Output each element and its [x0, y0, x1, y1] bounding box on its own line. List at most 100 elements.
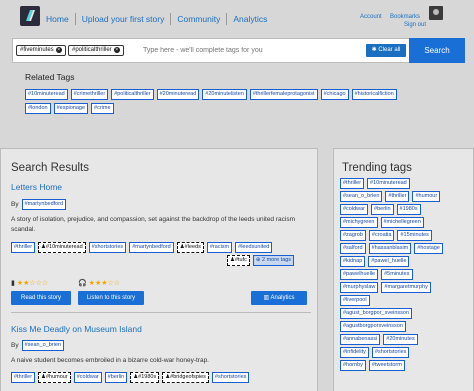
story-tag[interactable]: #shortstories	[211, 372, 250, 383]
read-rating[interactable]: ▮ ★★☆☆☆	[11, 279, 48, 287]
read-story-button[interactable]: Read this story	[11, 291, 71, 305]
trending-tag[interactable]: #croatia	[368, 230, 395, 241]
trending-row: #michygreen #michellegreen	[340, 217, 468, 228]
trending-tag[interactable]: #murphyslaw	[340, 282, 379, 293]
trending-tag[interactable]: #coldwar	[340, 204, 369, 215]
remove-chip-icon[interactable]: ×	[113, 47, 120, 53]
story-tag[interactable]: #martynbedford	[129, 242, 174, 253]
trending-tag[interactable]: #michellegreen	[380, 217, 424, 228]
trending-tag[interactable]: #zagrob	[340, 230, 366, 241]
story-tag-label: #tufc	[234, 257, 247, 263]
story-tag[interactable]: ♟#tufc	[227, 255, 250, 266]
trending-tag[interactable]: #hassanblasim	[368, 243, 412, 254]
clear-all-button[interactable]: ✱ Clear all	[366, 44, 406, 57]
app-logo[interactable]	[20, 6, 40, 26]
related-tag[interactable]: #historicalfiction	[351, 89, 397, 100]
story-tag[interactable]: #shortstories	[88, 242, 127, 253]
tag-search-bar: #fiveminutes× #politicalthriller× ✱ Clea…	[12, 38, 465, 63]
author-tag[interactable]: #martynbedford	[21, 199, 67, 210]
trending-tag[interactable]: #berlin	[371, 204, 394, 215]
avatar[interactable]	[429, 6, 443, 20]
trending-tag[interactable]: #shortstories	[371, 347, 410, 358]
trending-tag[interactable]: #hornby	[340, 360, 366, 371]
story-title-link[interactable]: Letters Home	[11, 182, 62, 192]
trending-tag[interactable]: #5minutes	[381, 269, 413, 280]
story-byline: By #sean_o_brien	[11, 340, 64, 351]
trending-tag[interactable]: #salford	[340, 243, 366, 254]
trending-tag[interactable]: #1980s	[396, 204, 421, 215]
nav-analytics[interactable]: Analytics	[233, 14, 267, 24]
trending-tag[interactable]: #hostage	[414, 243, 443, 254]
related-tags-row: #london #espionage #crime	[25, 103, 114, 114]
related-tags-row: #10minuteread #crimethriller #politicalt…	[25, 89, 397, 100]
trending-tag[interactable]: #10minuteread	[367, 178, 410, 189]
story-tag[interactable]: ♟#bridgeofspies	[162, 372, 209, 383]
more-tags-button[interactable]: ⊕ 2 more tags	[252, 255, 295, 266]
story-tag[interactable]: #thriller	[11, 372, 36, 383]
search-input[interactable]	[133, 40, 361, 61]
related-tag[interactable]: #politicalthriller	[111, 89, 154, 100]
trending-tag[interactable]: #kidnap	[340, 256, 366, 267]
trending-tags-list: #thriller #10minuteread #sean_o_brien #thri…	[340, 178, 468, 373]
trending-tag[interactable]: #annabenassi	[340, 334, 381, 345]
trending-tag[interactable]: #15minutes	[397, 230, 432, 241]
trending-tag[interactable]: #michygreen	[340, 217, 378, 228]
related-tag[interactable]: #thrillerfemaleprotagonist	[249, 89, 318, 100]
related-tag[interactable]: #espionage	[53, 103, 89, 114]
search-chip[interactable]: #politicalthriller ×	[68, 45, 124, 56]
nav-home[interactable]: Home	[46, 14, 69, 24]
related-tag[interactable]: #20minutelisten	[202, 89, 247, 100]
trending-tag[interactable]: #agust_borgpor_sveinsson	[340, 308, 413, 319]
search-button[interactable]: Search	[409, 38, 465, 63]
story-tag[interactable]: #racism	[206, 242, 233, 253]
trending-row: #coldwar #berlin #1980s	[340, 204, 468, 215]
nav-community[interactable]: Community	[177, 14, 220, 24]
story-byline: By #martynbedford	[11, 199, 67, 210]
trending-tag[interactable]: #thriller	[340, 178, 365, 189]
trending-tag[interactable]: #agustborgporsveinsson	[340, 321, 406, 332]
story-description: A naive student becomes embroiled in a b…	[11, 357, 209, 364]
trending-tag[interactable]: #infidelity	[340, 347, 369, 358]
bookmarks-link[interactable]: Bookmarks	[390, 14, 420, 20]
trending-tag[interactable]: #margaretmurphy	[381, 282, 431, 293]
story-tag[interactable]: #thriller	[11, 242, 36, 253]
trending-tag[interactable]: #sean_o_brien	[340, 191, 383, 202]
trending-tag[interactable]: #pawelhuelle	[340, 269, 379, 280]
related-tag[interactable]: #chicago	[320, 89, 349, 100]
trending-tag[interactable]: #pawel_huelle	[368, 256, 410, 267]
story-tag[interactable]: #berlin	[104, 372, 128, 383]
story-tag[interactable]: #coldwar	[73, 372, 102, 383]
trending-tag[interactable]: #20minutes	[383, 334, 418, 345]
signout-link[interactable]: Sign out	[404, 22, 426, 28]
related-tag[interactable]: #london	[25, 103, 51, 114]
related-tag[interactable]: #crimethriller	[70, 89, 109, 100]
trending-tag[interactable]: #tweetstorm	[368, 360, 405, 371]
divider	[11, 312, 311, 313]
author-tag[interactable]: #sean_o_brien	[21, 340, 64, 351]
related-tag[interactable]: #20minuteread	[156, 89, 200, 100]
account-link[interactable]: Account	[360, 14, 382, 20]
search-chip[interactable]: #fiveminutes ×	[16, 45, 66, 56]
clear-all-label: Clear all	[378, 47, 401, 53]
story-tag[interactable]: ♟#10minuteread	[38, 242, 86, 253]
by-label: By	[11, 342, 19, 349]
story-tag[interactable]: ♟#humour	[38, 372, 71, 383]
story-title-link[interactable]: Kiss Me Deadly on Museum Island	[11, 324, 142, 334]
trending-tag[interactable]: #liverpool	[340, 295, 370, 306]
trending-tag[interactable]: #thriller	[385, 191, 410, 202]
listen-rating[interactable]: 🎧 ★★★☆☆	[78, 279, 120, 287]
nav-upload[interactable]: Upload your first story	[82, 14, 165, 24]
story-tags: ♟#tufc ⊕ 2 more tags	[227, 255, 295, 266]
trending-row: #zagrob #croatia #15minutes	[340, 230, 468, 241]
story-tag[interactable]: ♟#1980s	[130, 372, 160, 383]
story-tag[interactable]: ♟#leeds	[176, 242, 204, 253]
analytics-button[interactable]: ▥ Analytics	[251, 291, 307, 305]
trending-tag[interactable]: #humour	[412, 191, 441, 202]
main-nav: Home Upload your first story Community A…	[46, 13, 267, 25]
related-tag[interactable]: #crime	[91, 103, 114, 114]
listen-story-button[interactable]: Listen to this story	[78, 291, 144, 305]
story-tag[interactable]: #leedsunited	[235, 242, 273, 253]
remove-chip-icon[interactable]: ×	[55, 47, 62, 53]
related-tag[interactable]: #10minuteread	[25, 89, 68, 100]
search-chip-label: #politicalthriller	[72, 47, 112, 53]
